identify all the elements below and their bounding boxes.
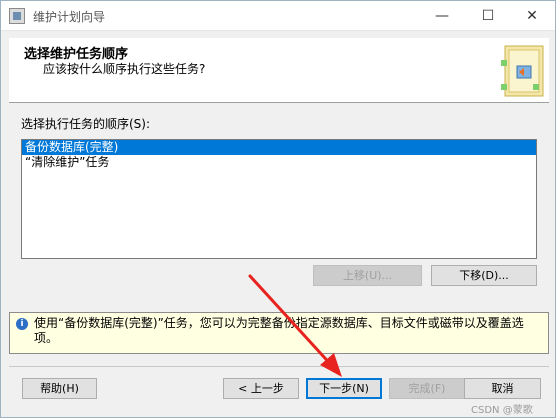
info-icon: i	[16, 318, 28, 330]
title-bar: 维护计划向导 — ☐ ✕	[1, 1, 555, 31]
window-title: 维护计划向导	[33, 10, 106, 24]
page-subtitle: 应该按什么顺序执行这些任务?	[43, 62, 206, 76]
watermark: CSDN @蒙歌	[471, 405, 533, 416]
next-button[interactable]: 下一步(N)	[306, 378, 382, 399]
close-button[interactable]: ✕	[509, 1, 555, 31]
cancel-button[interactable]: 取消	[464, 378, 541, 399]
wizard-graphic-icon	[501, 45, 544, 97]
help-button[interactable]: 帮助(H)	[22, 378, 97, 399]
wizard-window: 维护计划向导 — ☐ ✕ 选择维护任务顺序 应该按什么顺序执行这些任务? 选择执…	[0, 0, 556, 418]
task-order-label: 选择执行任务的顺序(S):	[21, 117, 151, 131]
app-icon	[9, 8, 25, 24]
maximize-button[interactable]: ☐	[465, 1, 511, 31]
move-down-button[interactable]: 下移(D)...	[431, 265, 537, 286]
list-item[interactable]: “清除维护”任务	[22, 155, 536, 170]
back-button[interactable]: < 上一步	[223, 378, 299, 399]
move-up-button[interactable]: 上移(U)...	[313, 265, 422, 286]
list-item[interactable]: 备份数据库(完整)	[22, 140, 536, 155]
finish-button[interactable]: 完成(F)	[389, 378, 465, 399]
task-order-list[interactable]: 备份数据库(完整) “清除维护”任务	[21, 139, 537, 259]
wizard-header: 选择维护任务顺序 应该按什么顺序执行这些任务?	[9, 38, 549, 103]
info-text: 使用“备份数据库(完整)”任务，您可以为完整备份指定源数据库、目标文件或磁带以及…	[34, 316, 524, 345]
info-panel: i 使用“备份数据库(完整)”任务，您可以为完整备份指定源数据库、目标文件或磁带…	[9, 312, 549, 354]
minimize-button[interactable]: —	[419, 1, 465, 31]
footer-divider	[9, 366, 549, 367]
